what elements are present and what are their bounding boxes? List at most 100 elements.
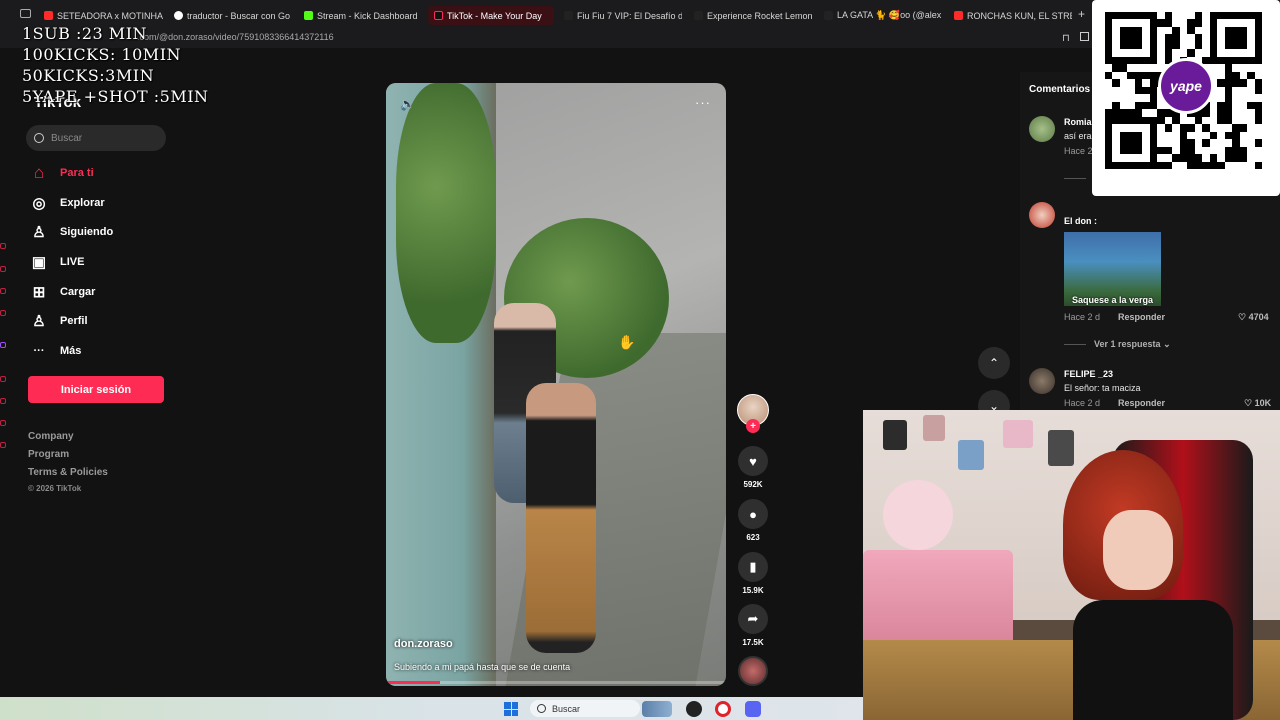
youtube-icon (44, 11, 53, 20)
stream-tool-icon[interactable] (0, 420, 6, 426)
nav-item-cargar[interactable]: ⊞ Cargar (30, 282, 96, 302)
like-action[interactable]: ♥ 592K (737, 446, 769, 489)
pin-icon[interactable]: ⊓ (1062, 30, 1070, 48)
qr-module (1157, 109, 1165, 117)
stream-tool-icon[interactable] (0, 398, 6, 404)
nav-item-siguiendo[interactable]: ♙ Siguiendo (30, 222, 113, 242)
qr-module (1112, 139, 1120, 147)
comment-like[interactable]: ♡ 4704 (1238, 312, 1269, 323)
windows-start-icon[interactable] (504, 702, 518, 716)
share-action[interactable]: ➦ 17.5K (737, 604, 769, 647)
footer-link-program[interactable]: Program (28, 449, 69, 460)
overlay-line: 100KICKS: 10MIN (22, 45, 182, 64)
video-more-icon[interactable]: ··· (695, 95, 711, 110)
browser-tab[interactable]: Stream - Kick Dashboard (298, 6, 422, 25)
video-progress-track[interactable] (386, 681, 726, 684)
qr-module (1119, 154, 1128, 162)
volume-icon[interactable]: 🔈 (400, 97, 415, 111)
nav-item-explorar[interactable]: ◎ Explorar (30, 193, 104, 213)
qr-module (1127, 154, 1135, 162)
browser-tab[interactable]: LA GATA 🐈 🥰oo (@alex (818, 6, 942, 25)
qr-module (1112, 94, 1120, 102)
qr-module (1112, 109, 1120, 117)
qr-module (1112, 41, 1120, 50)
qr-module (1112, 146, 1120, 155)
following-icon: ♙ (32, 224, 46, 241)
qr-module (1247, 94, 1255, 102)
bookmark-icon[interactable]: ▮ (738, 552, 768, 582)
stream-tool-icon[interactable] (0, 243, 6, 249)
nav-item-live[interactable]: ▣ LIVE (30, 252, 85, 272)
comment-like[interactable]: ♡ 10K (1244, 398, 1271, 409)
nav-item-mas[interactable]: ··· Más (30, 341, 82, 361)
stream-tool-icon[interactable] (0, 376, 6, 382)
live-icon: ▣ (31, 254, 47, 271)
yape-logo: yape (1158, 58, 1214, 114)
browser-tab[interactable]: SETEADORA x MOTINHA (38, 6, 164, 25)
reply-link[interactable]: Responder (1118, 312, 1165, 322)
qr-module (1187, 26, 1195, 35)
login-button[interactable]: Iniciar sesión (28, 376, 164, 403)
share-icon[interactable]: ➦ (738, 604, 768, 634)
browser-tab[interactable]: traductor - Buscar con Go (168, 6, 292, 25)
stream-tool-icon[interactable] (0, 342, 6, 348)
comment-icon[interactable]: ● (738, 499, 768, 529)
taskbar-app-icon[interactable] (642, 701, 672, 717)
qr-module (1179, 19, 1188, 27)
taskbar-search[interactable]: Buscar (530, 700, 640, 717)
qr-module (1217, 26, 1225, 35)
stream-tool-icon[interactable] (0, 288, 6, 294)
qr-module (1157, 12, 1165, 20)
tiktok-icon (694, 11, 703, 20)
qr-module (1134, 12, 1143, 20)
reply-link[interactable]: Responder (1118, 398, 1165, 408)
opera-icon[interactable] (715, 701, 731, 717)
music-disc-icon[interactable] (738, 656, 768, 686)
video-player[interactable]: 🔈 ··· don.zoraso Subiendo a mi papá hast… (386, 83, 726, 686)
browser-tab[interactable]: Fiu Fiu 7 VIP: El Desafío d (558, 6, 682, 25)
previous-video-button[interactable]: ⌃ (978, 347, 1010, 379)
extensions-icon[interactable] (1080, 32, 1089, 41)
browser-menu-icon[interactable] (20, 9, 31, 18)
qr-module (1172, 146, 1180, 155)
comment-user[interactable]: FELIPE _23 (1064, 369, 1113, 379)
avatar[interactable] (1029, 202, 1055, 228)
comment-user[interactable]: El don : (1064, 216, 1097, 226)
nav-item-para-ti[interactable]: ⌂ Para ti (30, 163, 94, 183)
footer-link-company[interactable]: Company (28, 431, 74, 442)
comment-user[interactable]: Romia (1064, 117, 1092, 127)
webcam-face (1103, 510, 1173, 590)
avatar[interactable] (1029, 116, 1055, 142)
qr-module (1232, 146, 1240, 155)
stream-tool-icon[interactable] (0, 266, 6, 272)
follow-plus-icon[interactable]: + (746, 419, 760, 433)
browser-tab-active[interactable]: TikTok - Make Your Day (428, 6, 554, 25)
comment-action[interactable]: ● 623 (737, 499, 769, 542)
discord-icon[interactable] (745, 701, 761, 717)
obs-icon[interactable] (686, 701, 702, 717)
qr-module (1142, 26, 1150, 35)
stream-tool-icon[interactable] (0, 442, 6, 448)
qr-module (1134, 109, 1143, 117)
new-tab-icon[interactable]: + (1078, 7, 1085, 21)
footer-link-terms[interactable]: Terms & Policies (28, 467, 108, 478)
video-author[interactable]: don.zoraso (394, 638, 453, 650)
browser-tab[interactable]: RONCHAS KUN, EL STREA (948, 6, 1072, 25)
qr-module (1187, 49, 1195, 57)
qr-module (1194, 49, 1203, 57)
qr-module (1149, 161, 1158, 169)
qr-module (1247, 146, 1255, 155)
webcam-poster (958, 440, 984, 470)
qr-module (1112, 101, 1120, 110)
browser-tab[interactable]: Experience Rocket Lemon (688, 6, 812, 25)
qr-module (1224, 12, 1233, 20)
qr-module (1149, 79, 1158, 87)
nav-item-perfil[interactable]: ♙ Perfil (30, 311, 87, 331)
view-replies-button[interactable]: Ver 1 respuesta ⌄ (1094, 339, 1171, 350)
save-action[interactable]: ▮ 15.9K (737, 552, 769, 595)
stream-tool-icon[interactable] (0, 310, 6, 316)
comment-text: así era (1064, 131, 1092, 141)
avatar[interactable] (1029, 368, 1055, 394)
heart-icon[interactable]: ♥ (738, 446, 768, 476)
search-input[interactable]: Buscar (26, 125, 166, 151)
